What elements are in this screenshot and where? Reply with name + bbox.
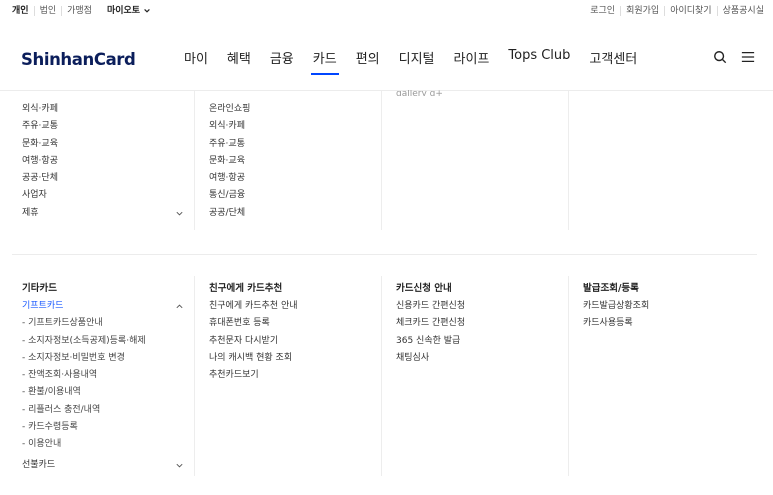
chevron-down-icon bbox=[144, 8, 150, 13]
list-item[interactable]: 공공/단체 bbox=[209, 205, 371, 222]
list-item[interactable]: 휴대폰번호 등록 bbox=[209, 315, 371, 332]
issue-inquiry-section: 발급조회/등록 카드발급상황조회 카드사용등록 bbox=[583, 280, 745, 333]
list-item[interactable]: 여행·항공 bbox=[209, 170, 371, 187]
list-item[interactable]: 채팅심사 bbox=[396, 350, 558, 367]
hamburger-menu-icon[interactable] bbox=[741, 50, 755, 64]
signup-link[interactable]: 회원가입 bbox=[620, 6, 664, 16]
section-divider bbox=[12, 254, 757, 255]
tab-merchant[interactable]: 가맹점 bbox=[61, 6, 97, 16]
list-item[interactable]: 문화·교육 bbox=[209, 153, 371, 170]
shinhancard-logo[interactable]: ShinhanCard bbox=[21, 50, 136, 69]
list-item[interactable]: 문화·교육 bbox=[22, 136, 184, 153]
login-link[interactable]: 로그인 bbox=[585, 6, 620, 16]
etc-card-section: 기타카드 기프트카드 - 기프트카드상품안내 - 소지자정보(소득공제)등록·해… bbox=[22, 280, 184, 474]
menu-benefit[interactable]: 혜택 bbox=[227, 48, 251, 75]
list-item[interactable]: 사업자 bbox=[22, 187, 184, 204]
list-item[interactable]: 주유·교통 bbox=[209, 136, 371, 153]
gnb-divider bbox=[0, 90, 773, 91]
list-item[interactable]: 추천카드보기 bbox=[209, 367, 371, 384]
column-separator bbox=[381, 276, 382, 476]
section-title: 친구에게 카드추천 bbox=[209, 283, 283, 294]
list-item[interactable]: - 이용안내 bbox=[22, 436, 184, 453]
partial-menu-item: gallery g+ bbox=[396, 90, 443, 96]
list-item[interactable]: - 리플러스 충전/내역 bbox=[22, 402, 184, 419]
product-disclosure-link[interactable]: 상품공시실 bbox=[716, 6, 769, 16]
list-item[interactable]: 공공·단체 bbox=[22, 170, 184, 187]
list-item[interactable]: 친구에게 카드추천 안내 bbox=[209, 298, 371, 315]
section-title: 발급조회/등록 bbox=[583, 283, 639, 294]
column-separator bbox=[194, 276, 195, 476]
my-auto-label: 마이오토 bbox=[106, 6, 141, 16]
column-separator bbox=[194, 91, 195, 230]
list-item[interactable]: - 소지자정보·비밀번호 변경 bbox=[22, 350, 184, 367]
list-item[interactable]: 주유·교통 bbox=[22, 118, 184, 135]
card-apply-section: 카드신청 안내 신용카드 간편신청 체크카드 간편신청 365 신속한 발급 채… bbox=[396, 280, 558, 367]
section-title: 기타카드 bbox=[22, 283, 57, 294]
global-nav: ShinhanCard 마이 혜택 금융 카드 편의 디지털 라이프 Tops … bbox=[0, 30, 773, 90]
list-item[interactable]: 외식·카페 bbox=[22, 101, 184, 118]
member-type-tabs: 개인 법인 가맹점 마이오토 bbox=[12, 6, 151, 16]
list-item[interactable]: 여행·항공 bbox=[22, 153, 184, 170]
gift-card-toggle[interactable]: 기프트카드 bbox=[22, 298, 184, 315]
my-auto-dropdown[interactable]: 마이오토 bbox=[107, 6, 151, 16]
menu-tops-club[interactable]: Tops Club bbox=[508, 48, 570, 75]
list-item[interactable]: - 잔액조회·사용내역 bbox=[22, 367, 184, 384]
list-item[interactable]: 나의 캐시백 현황 조회 bbox=[209, 350, 371, 367]
gnb-icons bbox=[713, 50, 755, 64]
list-item[interactable]: 신용카드 간편신청 bbox=[396, 298, 558, 315]
column-separator bbox=[568, 276, 569, 476]
partnership-toggle[interactable]: 제휴 bbox=[22, 205, 184, 222]
card-menu-col2-top: 온라인쇼핑 외식·카페 주유·교통 문화·교육 여행·항공 통신/금융 공공/단… bbox=[209, 101, 371, 222]
menu-digital[interactable]: 디지털 bbox=[399, 48, 435, 75]
friend-recommend-section: 친구에게 카드추천 친구에게 카드추천 안내 휴대폰번호 등록 추천문자 다시받… bbox=[209, 280, 371, 384]
menu-finance[interactable]: 금융 bbox=[270, 48, 294, 75]
list-item[interactable]: 통신/금융 bbox=[209, 187, 371, 204]
menu-customer-center[interactable]: 고객센터 bbox=[589, 48, 637, 75]
list-item[interactable]: 추천문자 다시받기 bbox=[209, 333, 371, 350]
chevron-down-icon bbox=[176, 211, 183, 216]
list-item[interactable]: - 기프트카드상품안내 bbox=[22, 315, 184, 332]
list-item[interactable]: - 환불/이용내역 bbox=[22, 384, 184, 401]
column-separator bbox=[568, 91, 569, 230]
column-separator bbox=[381, 91, 382, 230]
list-item[interactable]: 365 신속한 발급 bbox=[396, 333, 558, 350]
chevron-down-icon bbox=[176, 463, 183, 468]
menu-convenience[interactable]: 편의 bbox=[356, 48, 380, 75]
list-item[interactable]: - 카드수령등록 bbox=[22, 419, 184, 436]
menu-my[interactable]: 마이 bbox=[184, 48, 208, 75]
list-item[interactable]: 체크카드 간편신청 bbox=[396, 315, 558, 332]
list-item[interactable]: 외식·카페 bbox=[209, 118, 371, 135]
find-id-link[interactable]: 아이디찾기 bbox=[664, 6, 716, 16]
list-item[interactable]: 카드사용등록 bbox=[583, 315, 745, 332]
list-item[interactable]: 카드발급상황조회 bbox=[583, 298, 745, 315]
main-menu: 마이 혜택 금융 카드 편의 디지털 라이프 Tops Club 고객센터 bbox=[184, 48, 656, 75]
section-title: 카드신청 안내 bbox=[396, 283, 452, 294]
menu-card[interactable]: 카드 bbox=[310, 48, 339, 75]
utility-bar: 개인 법인 가맹점 마이오토 로그인 회원가입 아이디찾기 상품공시실 bbox=[0, 0, 773, 24]
list-item[interactable]: 온라인쇼핑 bbox=[209, 101, 371, 118]
chevron-up-icon bbox=[176, 304, 183, 309]
prepaid-card-toggle[interactable]: 선불카드 bbox=[22, 457, 184, 474]
tab-personal[interactable]: 개인 bbox=[12, 6, 34, 16]
search-icon[interactable] bbox=[713, 50, 727, 64]
account-links: 로그인 회원가입 아이디찾기 상품공시실 bbox=[585, 6, 769, 16]
tab-corporate[interactable]: 법인 bbox=[33, 6, 62, 16]
list-item[interactable]: - 소지자정보(소득공제)등록·해제 bbox=[22, 333, 184, 350]
menu-life[interactable]: 라이프 bbox=[454, 48, 490, 75]
card-menu-col1-top: 외식·카페 주유·교통 문화·교육 여행·항공 공공·단체 사업자 제휴 bbox=[22, 101, 184, 222]
